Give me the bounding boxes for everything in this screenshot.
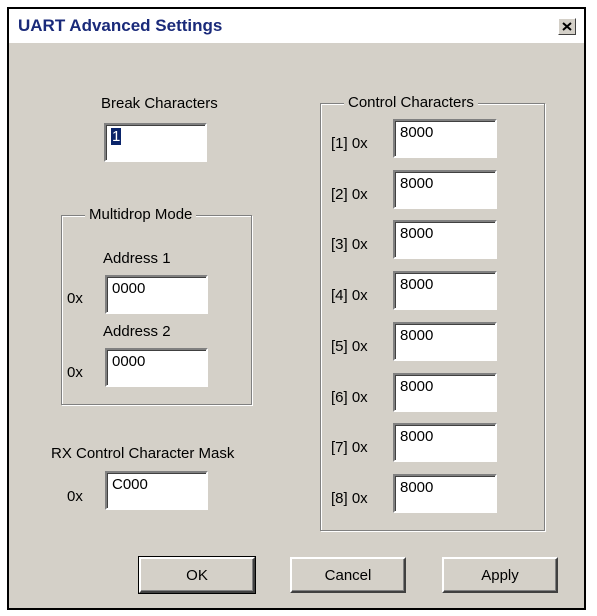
control-char-2-label: [2] 0x <box>331 186 368 203</box>
close-button[interactable] <box>558 18 576 35</box>
control-char-6-input[interactable]: 8000 <box>393 373 497 412</box>
control-char-7-input[interactable]: 8000 <box>393 423 497 462</box>
address1-prefix: 0x <box>67 290 83 307</box>
address2-input[interactable]: 0000 <box>105 348 208 387</box>
address2-label: Address 2 <box>103 323 171 340</box>
dialog-title: UART Advanced Settings <box>18 16 223 35</box>
multidrop-mode-legend: Multidrop Mode <box>85 206 197 223</box>
cancel-button[interactable]: Cancel <box>290 557 406 593</box>
control-characters-legend: Control Characters <box>344 94 478 111</box>
control-char-5-label: [5] 0x <box>331 338 368 355</box>
rx-mask-prefix: 0x <box>67 488 83 505</box>
control-characters-group: Control Characters <box>320 94 545 531</box>
control-char-8-label: [8] 0x <box>331 490 368 507</box>
control-char-8-input[interactable]: 8000 <box>393 474 497 513</box>
control-char-5-input[interactable]: 8000 <box>393 322 497 361</box>
break-characters-value: 1 <box>111 128 122 145</box>
break-characters-input[interactable]: 1 <box>104 123 207 162</box>
address2-prefix: 0x <box>67 364 83 381</box>
title-bar[interactable]: UART Advanced Settings <box>9 9 584 43</box>
ok-button[interactable]: OK <box>138 556 256 594</box>
control-char-1-label: [1] 0x <box>331 135 368 152</box>
address1-input[interactable]: 0000 <box>105 275 208 314</box>
apply-button[interactable]: Apply <box>442 557 558 593</box>
close-icon <box>562 22 572 31</box>
dialog-window: UART Advanced Settings Break Characters … <box>7 7 586 610</box>
control-char-2-input[interactable]: 8000 <box>393 170 497 209</box>
control-char-3-input[interactable]: 8000 <box>393 220 497 259</box>
control-char-7-label: [7] 0x <box>331 439 368 456</box>
control-char-6-label: [6] 0x <box>331 389 368 406</box>
break-characters-label: Break Characters <box>101 95 218 112</box>
rx-mask-input[interactable]: C000 <box>105 471 208 510</box>
rx-mask-label: RX Control Character Mask <box>51 445 235 462</box>
control-char-4-label: [4] 0x <box>331 287 368 304</box>
address1-label: Address 1 <box>103 250 171 267</box>
control-char-4-input[interactable]: 8000 <box>393 271 497 310</box>
control-char-1-input[interactable]: 8000 <box>393 119 497 158</box>
control-char-3-label: [3] 0x <box>331 236 368 253</box>
